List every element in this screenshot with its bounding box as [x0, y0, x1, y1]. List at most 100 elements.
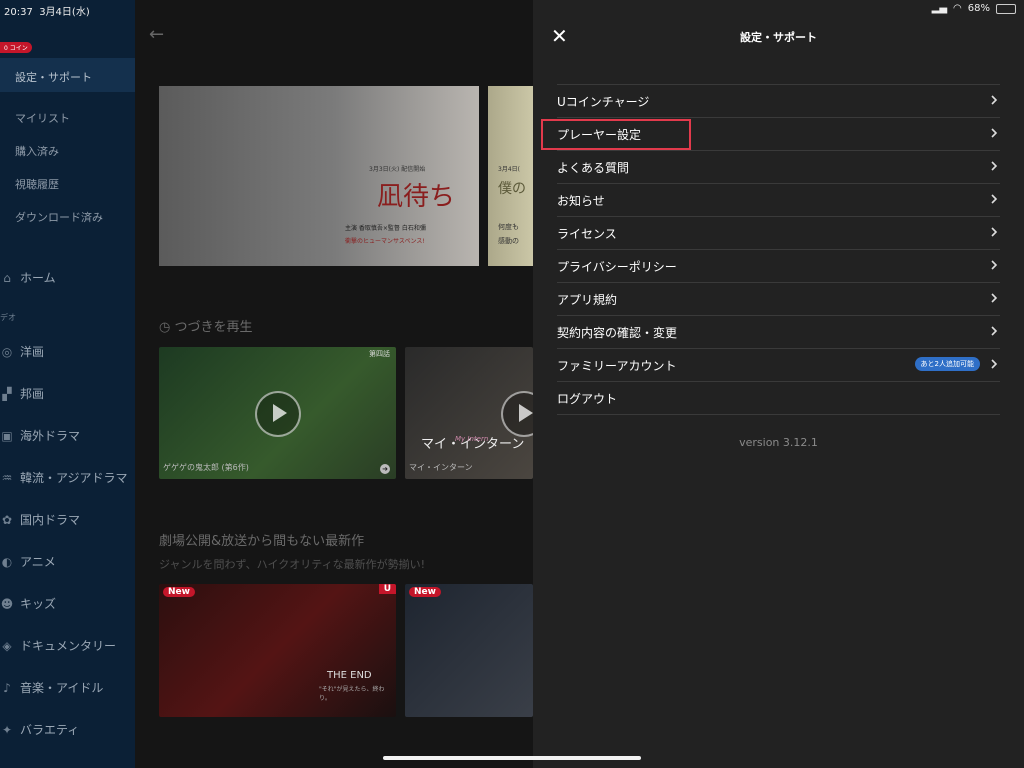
chevron-right-icon	[991, 260, 998, 270]
chevron-right-icon	[991, 359, 998, 369]
hero2-date: 3月4日(	[498, 166, 520, 173]
sidebar-item-documentary[interactable]: ◈ ドキュメンタリー	[0, 637, 116, 654]
sidebar-cat-label: キッズ	[20, 597, 57, 611]
chevron-right-icon	[991, 161, 998, 171]
chevron-right-icon	[991, 227, 998, 237]
sidebar-cat-label: ドキュメンタリー	[20, 639, 117, 653]
sidebar-item-western[interactable]: ◎ 洋画	[0, 343, 44, 360]
sidebar-cat-label: 邦画	[20, 387, 45, 401]
sidebar-home-label: ホーム	[20, 271, 56, 285]
sidebar-item-foreign-drama[interactable]: ▣ 海外ドラマ	[0, 427, 80, 444]
sidebar-item-asian-drama[interactable]: ♒ 韓流・アジアドラマ	[0, 469, 128, 486]
new-badge: New	[163, 587, 195, 597]
menu-label: Uコインチャージ	[557, 95, 650, 109]
menu-label: ログアウト	[557, 392, 618, 406]
new-item-it[interactable]: New U THE END "それ"が見えたら、終わり。	[159, 584, 396, 717]
menu-item-app-terms[interactable]: アプリ規約	[557, 283, 1000, 316]
new-section-title: 劇場公開&放送から間もない最新作	[159, 534, 365, 549]
chevron-right-icon	[991, 95, 998, 105]
battery-icon	[996, 3, 1016, 14]
new-item-2[interactable]: New	[405, 584, 533, 717]
history-icon: ◷	[159, 320, 171, 335]
menu-item-contract[interactable]: 契約内容の確認・変更	[557, 316, 1000, 349]
sidebar-cat-label: バラエティ	[20, 723, 80, 737]
menu-label: ファミリーアカウント	[557, 359, 677, 373]
main-content: ← 3月3日(火) 配信開始 凪待ち 主演 香取慎吾×監督 白石和彌 衝撃のヒュ…	[135, 0, 533, 768]
hero2-sub2: 感動の	[498, 237, 519, 245]
status-time: 20:37 3月4日(水)	[4, 7, 90, 18]
new-badge: New	[409, 587, 441, 597]
menu-label: よくある質問	[557, 161, 630, 175]
thumb-title-en: My Intern	[455, 435, 489, 443]
app-version: version 3.12.1	[739, 436, 818, 449]
sidebar-item-mylist[interactable]: マイリスト	[15, 110, 70, 126]
sidebar-item-home[interactable]: ⌂ ホーム	[0, 269, 56, 286]
menu-item-license[interactable]: ライセンス	[557, 217, 1000, 250]
film-icon: ▞	[2, 386, 12, 401]
sidebar-cat-label: 韓流・アジアドラマ	[20, 471, 128, 485]
flower-icon: ✿	[1, 512, 13, 527]
sidebar-item-kids[interactable]: ☻ キッズ	[0, 595, 56, 612]
sidebar-item-music[interactable]: ♪ 音楽・アイドル	[0, 679, 103, 696]
documentary-icon: ◈	[2, 638, 12, 653]
back-arrow-icon[interactable]: ←	[149, 24, 164, 45]
kids-icon: ☻	[0, 596, 14, 611]
menu-item-faq[interactable]: よくある質問	[557, 151, 1000, 184]
sidebar-item-japanese[interactable]: ▞ 邦画	[0, 385, 44, 402]
anime-icon: ◐	[1, 554, 13, 569]
chevron-right-icon	[991, 326, 998, 336]
sidebar-item-variety[interactable]: ✦ バラエティ	[0, 721, 79, 738]
thumb-caption: マイ・インターン	[409, 463, 473, 472]
sidebar-item-purchased[interactable]: 購入済み	[15, 143, 59, 159]
movie-tagline: "それ"が見えたら、終わり。	[319, 686, 385, 702]
battery-percent: 68%	[967, 3, 990, 14]
menu-label: プレーヤー設定	[557, 128, 642, 142]
sidebar-settings-label[interactable]: 設定・サポート	[15, 69, 92, 85]
hero-title: 凪待ち	[377, 182, 456, 212]
continue-item-kitaro[interactable]: 第四話 ゲゲゲの鬼太郎 (第6作) ➜	[159, 347, 396, 479]
hero-banner-nagimachi[interactable]: 3月3日(火) 配信開始 凪待ち 主演 香取慎吾×監督 白石和彌 衝撃のヒューマ…	[159, 86, 479, 266]
hero2-title: 僕の	[498, 181, 526, 197]
sidebar-cat-label: アニメ	[20, 555, 56, 569]
sidebar-item-domestic-drama[interactable]: ✿ 国内ドラマ	[0, 511, 80, 528]
variety-icon: ✦	[1, 722, 13, 737]
movie-end-text: THE END	[327, 670, 372, 681]
continue-section-title: ◷ つづきを再生	[159, 316, 253, 335]
fan-icon: ♒	[1, 470, 13, 485]
continue-title-text: つづきを再生	[174, 320, 253, 335]
home-indicator[interactable]	[383, 756, 641, 760]
wifi-icon: ◠	[953, 3, 962, 14]
menu-item-family-account[interactable]: ファミリーアカウント あと2人追加可能	[557, 349, 1000, 382]
settings-menu: Uコインチャージ プレーヤー設定 よくある質問 お知らせ ライセンス プライバシ…	[541, 84, 1000, 415]
sidebar-item-history[interactable]: 視聴履歴	[15, 176, 59, 192]
hero2-sub1: 何度も	[498, 223, 519, 231]
menu-item-player-settings[interactable]: プレーヤー設定	[541, 118, 1000, 151]
sidebar-item-anime[interactable]: ◐ アニメ	[0, 553, 56, 570]
menu-label: プライバシーポリシー	[557, 260, 677, 274]
sidebar-item-downloads[interactable]: ダウンロード済み	[15, 209, 103, 225]
chevron-right-icon	[991, 128, 998, 138]
menu-item-privacy-policy[interactable]: プライバシーポリシー	[557, 250, 1000, 283]
music-icon: ♪	[3, 680, 11, 695]
sidebar: 0 コイン 設定・サポート マイリスト 購入済み 視聴履歴 ダウンロード済み ⌂…	[0, 0, 135, 768]
chevron-right-icon	[991, 194, 998, 204]
hero-date: 3月3日(火) 配信開始	[369, 166, 426, 173]
menu-item-ucoin-charge[interactable]: Uコインチャージ	[557, 85, 1000, 118]
hero-tagline: 衝撃のヒューマンサスペンス!	[345, 238, 425, 245]
episode-label: 第四話	[369, 350, 390, 358]
play-icon[interactable]	[501, 391, 533, 437]
sidebar-cat-label: 国内ドラマ	[20, 513, 81, 527]
menu-label: アプリ規約	[557, 293, 618, 307]
continue-item-intern[interactable]: マイ・インターン My Intern マイ・インターン	[405, 347, 533, 479]
sidebar-section-label: デオ	[0, 313, 16, 322]
menu-item-logout[interactable]: ログアウト	[557, 382, 1000, 415]
menu-item-news[interactable]: お知らせ	[557, 184, 1000, 217]
arrow-right-icon[interactable]: ➜	[380, 464, 390, 474]
home-icon: ⌂	[3, 270, 11, 285]
globe-icon: ◎	[1, 344, 13, 359]
menu-label: お知らせ	[557, 194, 605, 208]
play-icon[interactable]	[255, 391, 301, 437]
status-right: ▂▄ ◠ 68%	[932, 3, 1016, 14]
settings-panel: ✕ 設定・サポート Uコインチャージ プレーヤー設定 よくある質問 お知らせ ラ…	[533, 0, 1024, 768]
hero-banner-2[interactable]: 3月4日( 僕の 何度も 感動の	[488, 86, 533, 266]
